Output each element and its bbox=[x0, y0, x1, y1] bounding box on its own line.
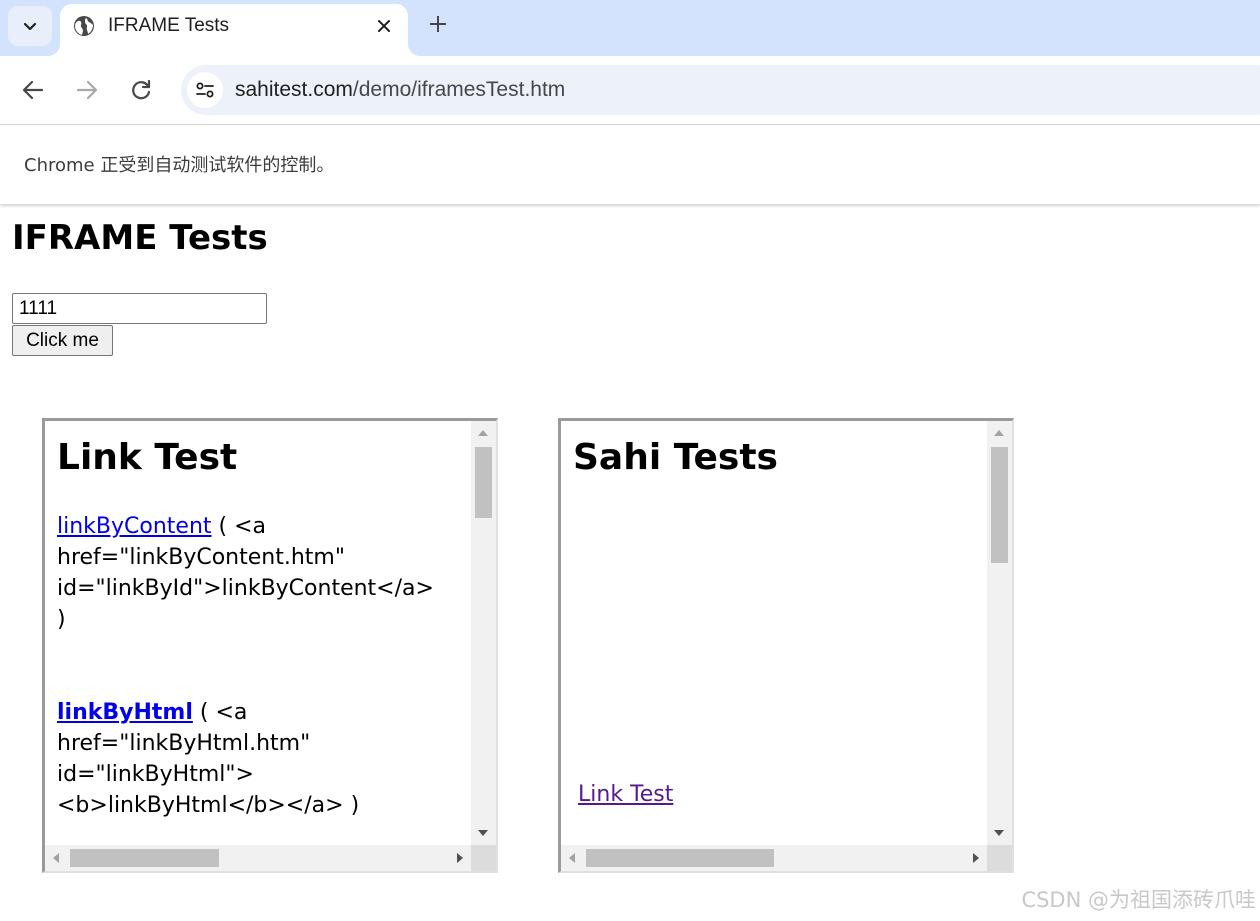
link-by-content-paragraph: linkByContent ( <a href="linkByContent.ht… bbox=[57, 511, 452, 635]
click-me-button[interactable]: Click me bbox=[12, 325, 113, 356]
back-button[interactable] bbox=[17, 74, 49, 106]
scrollbar-corner bbox=[471, 845, 496, 871]
address-bar[interactable]: sahitest.com/demo/iframesTest.htm bbox=[181, 65, 1260, 115]
arrow-right-icon bbox=[76, 80, 98, 100]
horizontal-scrollbar[interactable] bbox=[561, 845, 987, 871]
new-tab-button[interactable] bbox=[424, 10, 452, 38]
link-test-paragraph: Link Test bbox=[578, 779, 973, 810]
link-by-html-text: linkByHtml bbox=[57, 700, 193, 725]
link-by-html[interactable]: linkByHtml bbox=[57, 700, 193, 725]
link-by-content-code-1: ( <a bbox=[211, 514, 267, 539]
url-text[interactable]: sahitest.com/demo/iframesTest.htm bbox=[235, 78, 565, 102]
tab-search-button[interactable] bbox=[8, 6, 52, 46]
link-by-html-code-4: <b>linkByHtml</b></a> ) bbox=[57, 793, 360, 818]
tab-strip: IFRAME Tests bbox=[0, 0, 1260, 56]
scroll-up-arrow-icon[interactable] bbox=[478, 430, 488, 436]
tab-title: IFRAME Tests bbox=[108, 15, 230, 36]
scroll-left-arrow-icon[interactable] bbox=[569, 853, 575, 863]
link-by-content-code-2: href="linkByContent.htm" bbox=[57, 545, 345, 570]
link-by-html-code-3: id="linkByHtml"> bbox=[57, 762, 254, 787]
page-title: IFRAME Tests bbox=[12, 218, 268, 258]
scroll-right-arrow-icon[interactable] bbox=[457, 853, 463, 863]
browser-tab[interactable]: IFRAME Tests bbox=[60, 4, 408, 56]
horizontal-scroll-thumb[interactable] bbox=[586, 849, 774, 867]
vertical-scrollbar[interactable] bbox=[987, 421, 1012, 845]
chevron-down-icon bbox=[23, 22, 37, 31]
scroll-left-arrow-icon[interactable] bbox=[53, 853, 59, 863]
tune-icon bbox=[196, 82, 214, 98]
forward-button[interactable] bbox=[71, 74, 103, 106]
vertical-scroll-thumb[interactable] bbox=[991, 447, 1008, 563]
scroll-right-arrow-icon[interactable] bbox=[973, 853, 979, 863]
url-path: /demo/iframesTest.htm bbox=[352, 78, 566, 101]
reload-icon bbox=[132, 79, 151, 100]
plus-icon bbox=[430, 16, 446, 32]
site-info-button[interactable] bbox=[187, 72, 223, 108]
link-test-link[interactable]: Link Test bbox=[578, 782, 673, 807]
url-host: sahitest.com bbox=[235, 78, 353, 101]
iframe-heading: Link Test bbox=[57, 437, 238, 478]
iframe-heading: Sahi Tests bbox=[573, 437, 778, 478]
scroll-down-arrow-icon[interactable] bbox=[994, 830, 1004, 836]
scrollbar-corner bbox=[987, 845, 1012, 871]
infobar-message: Chrome 正受到自动测试软件的控制。 bbox=[24, 155, 335, 176]
horizontal-scroll-thumb[interactable] bbox=[70, 849, 219, 867]
reload-button[interactable] bbox=[125, 74, 157, 106]
globe-icon bbox=[72, 14, 96, 38]
vertical-scrollbar[interactable] bbox=[471, 421, 496, 845]
link-by-html-code-1: ( <a bbox=[192, 700, 248, 725]
close-tab-button[interactable] bbox=[372, 14, 396, 38]
vertical-scroll-thumb[interactable] bbox=[475, 447, 492, 518]
link-by-html-code-2: href="linkByHtml.htm" bbox=[57, 731, 311, 756]
text-input[interactable] bbox=[12, 293, 267, 324]
arrow-left-icon bbox=[22, 80, 44, 100]
browser-toolbar: sahitest.com/demo/iframesTest.htm bbox=[0, 56, 1260, 124]
link-by-content-code-3: id="linkById">linkByContent</a> bbox=[57, 576, 434, 601]
watermark: CSDN @为祖国添砖爪哇 bbox=[1021, 888, 1256, 912]
scroll-down-arrow-icon[interactable] bbox=[478, 830, 488, 836]
link-by-content[interactable]: linkByContent bbox=[57, 514, 212, 539]
iframe-sahi-tests[interactable]: Sahi Tests Link Test bbox=[558, 418, 1014, 873]
iframe-link-test-content: Link Test linkByContent ( <a href="linkBy… bbox=[45, 421, 471, 845]
scroll-up-arrow-icon[interactable] bbox=[994, 430, 1004, 436]
link-by-content-code-4: ) bbox=[57, 607, 66, 632]
close-icon bbox=[378, 20, 390, 32]
iframe-link-test[interactable]: Link Test linkByContent ( <a href="linkBy… bbox=[42, 418, 498, 873]
iframe-sahi-tests-content: Sahi Tests Link Test bbox=[561, 421, 987, 845]
automation-infobar: Chrome 正受到自动测试软件的控制。 bbox=[0, 125, 1260, 204]
horizontal-scrollbar[interactable] bbox=[45, 845, 471, 871]
link-by-html-paragraph: linkByHtml ( <a href="linkByHtml.htm" id="… bbox=[57, 697, 452, 821]
